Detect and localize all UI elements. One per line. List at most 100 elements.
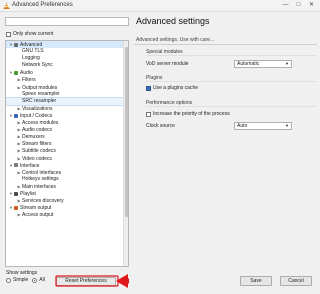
tree-item[interactable]: ▼ Playlist [6, 190, 128, 197]
preferences-tree[interactable]: ▼ Advanced GNU TLS Logging Network Sync ▼ Audi… [5, 40, 129, 267]
tree-item-label: Playlist [20, 190, 36, 197]
tree-item-label: Speex resampler [22, 90, 60, 97]
tree-item-label: Interface [20, 162, 40, 169]
tree-item-label: Audio codecs [22, 127, 53, 134]
tree-scrollbar[interactable] [123, 41, 128, 266]
tree-item[interactable]: Logging [6, 55, 128, 62]
use-plugins-cache-checkbox[interactable] [146, 85, 151, 91]
panel-divider [134, 44, 317, 45]
tree-item[interactable]: ▼ Stream output [6, 204, 128, 211]
tree-item-label: Output modules [22, 84, 58, 91]
tree-item-label: Stream filters [22, 141, 52, 148]
show-settings-label: Show settings [6, 270, 38, 276]
tree-item-label: Main interfaces [22, 183, 56, 190]
show-settings-radios: Simple All [6, 277, 45, 283]
tree-item[interactable]: ▶Audio codecs [6, 126, 128, 133]
increase-priority-row[interactable]: Increase the priority of the process [146, 111, 230, 117]
panel-subtitle: Advanced settings. Use with care... [136, 37, 215, 43]
tree-item-label: Access modules [22, 120, 59, 127]
all-label[interactable]: All [39, 277, 45, 283]
increase-priority-label: Increase the priority of the process [153, 111, 230, 117]
use-plugins-cache-label: Use a plugins cache [153, 85, 199, 91]
audio-note-icon [14, 71, 18, 76]
tree-item[interactable]: ▶Visualizations [6, 105, 128, 112]
tree-items: ▼ Advanced GNU TLS Logging Network Sync ▼ Audi… [6, 41, 128, 218]
tree-item[interactable]: ▶Filters [6, 76, 128, 83]
input-codecs-icon [14, 113, 18, 118]
tree-item-label: Visualizations [22, 105, 53, 112]
tree-item-label: GNU TLS [22, 48, 44, 55]
tree-item[interactable]: ▶Output modules [6, 84, 128, 91]
tree-item[interactable]: ▶Video codecs [6, 155, 128, 162]
tree-item[interactable]: GNU TLS [6, 48, 128, 55]
clock-source-label: Clock source [146, 123, 175, 129]
tree-item[interactable]: ▶Control interfaces [6, 169, 128, 176]
tree-item[interactable]: ▼ Advanced [6, 41, 128, 49]
only-show-current-label: Only show current [13, 31, 54, 37]
all-radio[interactable] [32, 277, 38, 283]
only-show-current-checkbox[interactable] [6, 31, 11, 37]
wrench-icon [14, 42, 18, 47]
chevron-down-icon: ▼ [285, 123, 289, 128]
playlist-icon [14, 191, 18, 196]
stream-output-icon [14, 205, 18, 210]
tree-item[interactable]: ▼ Input / Codecs [6, 112, 128, 119]
tree-item-label: Access output [22, 212, 54, 219]
section-divider [146, 81, 316, 82]
vod-server-label: VoD server module [146, 61, 189, 67]
search-input[interactable] [6, 18, 128, 25]
close-button[interactable]: ✕ [306, 1, 317, 10]
save-button[interactable]: Save [240, 276, 272, 286]
chevron-down-icon: ▼ [285, 61, 289, 66]
tree-item[interactable]: ▶Access modules [6, 119, 128, 126]
tree-item[interactable]: Hotkeys settings [6, 176, 128, 183]
section-divider [146, 55, 316, 56]
increase-priority-checkbox[interactable] [146, 111, 151, 117]
tree-item-label: Subtitle codecs [22, 148, 56, 155]
tree-item[interactable]: ▼ Interface [6, 162, 128, 169]
vod-server-value: Automatic [237, 61, 260, 67]
section-divider [146, 106, 316, 107]
interface-icon [14, 163, 18, 168]
tree-item-label: Demuxers [22, 134, 45, 141]
tree-item-label: Audio [20, 70, 33, 77]
tree-item[interactable]: ▶Stream filters [6, 140, 128, 147]
minimize-button[interactable]: — [280, 1, 291, 10]
tree-item[interactable]: ▼ Audio [6, 69, 128, 76]
tree-item-label: Advanced [20, 42, 43, 48]
cancel-button[interactable]: Cancel [280, 276, 312, 286]
tree-item[interactable]: ▶Subtitle codecs [6, 147, 128, 154]
tree-item-label: Filters [22, 77, 36, 84]
tree-item[interactable]: ▶Main interfaces [6, 183, 128, 190]
vlc-cone-icon [3, 2, 10, 9]
tree-item-label: SRC resampler [22, 97, 57, 104]
clock-source-select[interactable]: Auto ▼ [234, 122, 292, 130]
tree-item[interactable]: ▶Services discovery [6, 197, 128, 204]
tree-item[interactable]: ▶Demuxers [6, 133, 128, 140]
tree-item-label: Logging [22, 55, 40, 62]
tree-item[interactable]: Speex resampler [6, 91, 128, 98]
tree-item[interactable]: ▶Access output [6, 211, 128, 218]
simple-label[interactable]: Simple [13, 277, 28, 283]
scrollbar-thumb[interactable] [125, 47, 128, 217]
tree-item[interactable]: Network Sync [6, 62, 128, 69]
tree-item-label: Stream output [20, 205, 52, 212]
tree-item-label: Hotkeys settings [22, 175, 59, 182]
tree-item[interactable]: SRC resampler [6, 96, 128, 106]
clock-source-value: Auto [237, 123, 248, 129]
only-show-current-row[interactable]: Only show current [6, 31, 53, 37]
maximize-button[interactable]: □ [293, 1, 304, 10]
tree-item-label: Network Sync [22, 62, 53, 69]
tree-item-label: Services discovery [22, 198, 64, 205]
panel-title: Advanced settings [136, 16, 210, 26]
simple-radio[interactable] [6, 277, 11, 283]
tree-item-label: Input / Codecs [20, 112, 53, 119]
vod-server-select[interactable]: Automatic ▼ [234, 60, 292, 68]
tree-item-label: Control interfaces [22, 169, 62, 176]
reset-preferences-button[interactable]: Reset Preferences [56, 277, 116, 286]
use-plugins-cache-row[interactable]: Use a plugins cache [146, 85, 198, 91]
settings-panel: Advanced settings Advanced settings. Use… [134, 14, 317, 270]
title-bar: Advanced Preferences — □ ✕ [0, 0, 320, 12]
window-title: Advanced Preferences [12, 2, 73, 8]
search-field[interactable] [5, 17, 129, 26]
